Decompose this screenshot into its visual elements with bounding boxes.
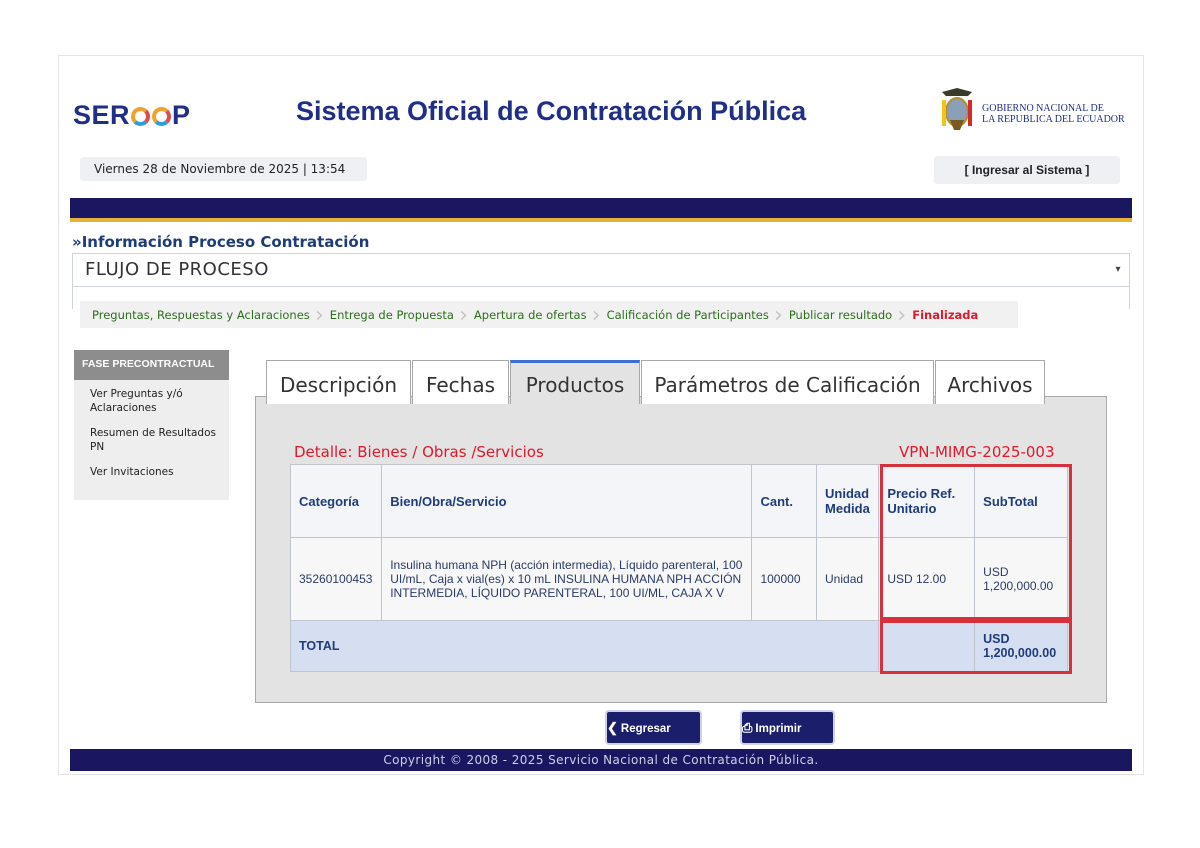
col-categoria: Categoría xyxy=(289,464,383,538)
section-title: »Información Proceso Contratación xyxy=(72,233,370,251)
sidebar-item-resumen[interactable]: Resumen de Resultados PN xyxy=(74,419,229,458)
sidebar: FASE PRECONTRACTUAL Ver Preguntas y/ó Ac… xyxy=(74,350,229,500)
col-cantidad: Cant. xyxy=(751,464,818,538)
logo-ring-icon xyxy=(152,107,172,126)
step-preguntas[interactable]: Preguntas, Respuestas y Aclaraciones xyxy=(80,303,324,328)
sercop-logo[interactable]: SER P xyxy=(73,100,191,131)
gov-line-1: GOBIERNO NACIONAL DE xyxy=(982,103,1104,114)
cell-descripcion: Insulina humana NPH (acción intermedia),… xyxy=(381,537,753,621)
process-flow-select[interactable]: FLUJO DE PROCESO ▾ xyxy=(72,253,1130,287)
step-apertura-ofertas[interactable]: Apertura de ofertas xyxy=(462,303,600,328)
col-unidad-medida: Unidad Medida xyxy=(816,464,880,538)
logo-text-start: SER xyxy=(73,100,131,130)
step-publicar-resultado[interactable]: Publicar resultado xyxy=(777,303,907,328)
sidebar-item-invitaciones[interactable]: Ver Invitaciones xyxy=(74,458,229,483)
print-button[interactable]: ⎙ Imprimir xyxy=(742,712,833,743)
total-label: TOTAL xyxy=(289,620,880,672)
col-bien-obra-servicio: Bien/Obra/Servicio xyxy=(381,464,753,538)
process-code: VPN-MIMG-2025-003 xyxy=(899,443,1055,461)
highlight-box-total xyxy=(880,620,1072,674)
tab-parametros[interactable]: Parámetros de Calificación xyxy=(641,360,934,404)
step-finalizada[interactable]: Finalizada xyxy=(900,308,1018,322)
back-button[interactable]: ❮ Regresar xyxy=(607,712,700,743)
cell-categoria: 35260100453 xyxy=(289,537,383,621)
sidebar-item-preguntas[interactable]: Ver Preguntas y/ó Aclaraciones xyxy=(74,380,229,419)
site-title: Sistema Oficial de Contratación Pública xyxy=(296,96,807,126)
nav-band xyxy=(70,198,1132,222)
step-entrega-propuesta[interactable]: Entrega de Propuesta xyxy=(318,303,468,328)
tab-fechas[interactable]: Fechas xyxy=(412,360,509,404)
step-calificacion[interactable]: Calificación de Participantes xyxy=(595,303,784,328)
printer-icon: ⎙ xyxy=(742,720,753,735)
print-button-label: Imprimir xyxy=(755,723,802,735)
process-steps: Preguntas, Respuestas y Aclaraciones Ent… xyxy=(80,301,1019,328)
login-button[interactable]: [ Ingresar al Sistema ] xyxy=(934,156,1120,184)
coat-of-arms-icon xyxy=(942,88,972,130)
caret-icon: ▾ xyxy=(1115,264,1121,275)
date-time-display: Viernes 28 de Noviembre de 2025 | 13:54 xyxy=(80,157,367,181)
highlight-box-price xyxy=(880,464,1072,620)
gov-caption: GOBIERNO NACIONAL DE LA REPUBLICA DEL EC… xyxy=(982,103,1125,125)
tab-descripcion[interactable]: Descripción xyxy=(266,360,411,404)
process-flow-value: FLUJO DE PROCESO xyxy=(85,259,269,280)
footer-copyright: Copyright © 2008 - 2025 Servicio Naciona… xyxy=(70,749,1132,771)
gov-line-2: LA REPUBLICA DEL ECUADOR xyxy=(982,114,1125,125)
back-button-label: Regresar xyxy=(620,723,671,735)
tab-productos[interactable]: Productos xyxy=(510,360,640,404)
sidebar-heading: FASE PRECONTRACTUAL xyxy=(74,350,229,380)
logo-ring-icon xyxy=(131,107,151,126)
cell-cantidad: 100000 xyxy=(751,537,818,621)
cell-unidad: Unidad xyxy=(816,537,880,621)
back-arrow-icon: ❮ xyxy=(607,720,618,735)
detail-label: Detalle: Bienes / Obras /Servicios xyxy=(294,443,544,461)
logo-text-end: P xyxy=(172,100,191,130)
tab-archivos[interactable]: Archivos xyxy=(935,360,1045,404)
